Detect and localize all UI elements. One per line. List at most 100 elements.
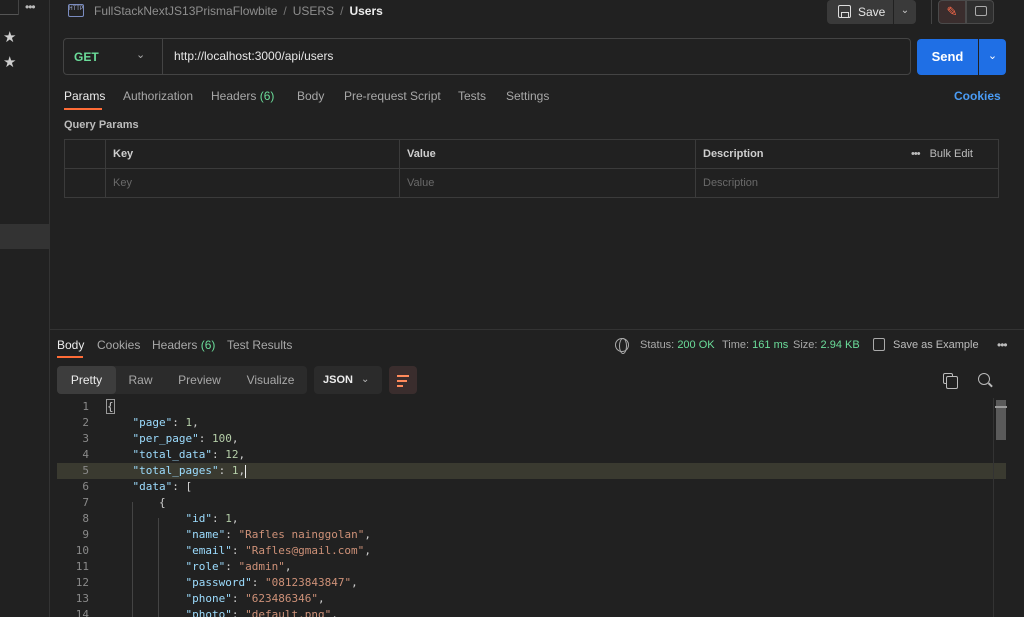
chevron-down-icon: ⌄	[361, 374, 370, 385]
code-token: "role"	[185, 560, 226, 573]
response-size[interactable]: Size: 2.94 KB	[793, 339, 860, 351]
code-token: "password"	[185, 576, 252, 589]
code-line[interactable]: 14 "photo": "default.png",	[57, 607, 1006, 617]
key-input[interactable]: Key	[105, 169, 399, 198]
code-token: :	[172, 416, 186, 429]
tab-params[interactable]: Params	[64, 89, 105, 103]
star-icon[interactable]: ★	[3, 53, 16, 71]
code-token: ,	[231, 512, 239, 525]
response-time[interactable]: Time: 161 ms	[722, 339, 788, 351]
url-input[interactable]: http://localhost:3000/api/users	[174, 49, 333, 63]
code-token: ,	[192, 416, 199, 429]
code-line[interactable]: 8 "id": 1,	[57, 511, 1006, 527]
editor-scrollbar[interactable]	[993, 398, 1007, 617]
code-token: "default.png"	[245, 608, 332, 617]
code-text: "data": [	[106, 479, 193, 495]
save-as-example-button[interactable]: Save as Example	[893, 339, 979, 351]
send-button[interactable]: Send	[917, 39, 978, 75]
code-line[interactable]: 10 "email": "Rafles@gmail.com",	[57, 543, 1006, 559]
code-line[interactable]: 13 "phone": "623486346",	[57, 591, 1006, 607]
tab-prerequest-script[interactable]: Pre-request Script	[344, 89, 441, 103]
scrollbar-marker	[995, 406, 1007, 408]
active-response-tab-indicator	[57, 356, 83, 358]
query-params-title: Query Params	[64, 119, 139, 131]
value-input[interactable]: Value	[399, 169, 695, 198]
checkbox-column-header	[65, 140, 105, 169]
table-row: Key Value Description	[65, 169, 998, 198]
code-line[interactable]: 5 "total_pages": 1,	[57, 463, 1006, 479]
code-token: :	[251, 576, 265, 589]
code-text: "total_pages": 1,	[106, 463, 247, 479]
status[interactable]: Status: 200 OK	[640, 339, 715, 351]
code-token: "admin"	[238, 560, 285, 573]
tab-authorization[interactable]: Authorization	[123, 89, 193, 103]
status-value: 200 OK	[677, 339, 715, 351]
save-button-label: Save	[858, 5, 886, 19]
cookies-link[interactable]: Cookies	[954, 89, 1001, 103]
pretty-button[interactable]: Pretty	[57, 366, 116, 394]
bulk-edit-button[interactable]: ••• Bulk Edit	[911, 148, 973, 160]
code-line[interactable]: 11 "role": "admin",	[57, 559, 1006, 575]
code-line[interactable]: 1{	[57, 399, 1006, 415]
more-horizontal-icon[interactable]: •••	[25, 0, 36, 14]
visualize-button[interactable]: Visualize	[234, 366, 307, 394]
tab-response-headers[interactable]: Headers (6)	[152, 338, 215, 352]
code-text: "page": 1,	[106, 415, 199, 431]
code-line[interactable]: 12 "password": "08123843847",	[57, 575, 1006, 591]
edit-button[interactable]: ✎	[938, 0, 966, 24]
code-line[interactable]: 3 "per_page": 100,	[57, 431, 1006, 447]
line-number: 8	[82, 512, 89, 525]
method-select[interactable]: GET	[74, 50, 99, 64]
chevron-down-icon[interactable]: ⌄	[136, 48, 145, 61]
breadcrumb-folder[interactable]: USERS	[293, 4, 334, 18]
tab-tests[interactable]: Tests	[458, 89, 486, 103]
tab-headers[interactable]: Headers (6)	[211, 89, 274, 103]
column-header-key: Key	[105, 140, 399, 169]
search-icon[interactable]	[978, 373, 990, 385]
comment-icon	[975, 6, 987, 16]
preview-button[interactable]: Preview	[165, 366, 234, 394]
sidebar-selected-item[interactable]	[0, 224, 50, 249]
tab-response-body[interactable]: Body	[57, 338, 84, 352]
pane-divider[interactable]	[50, 329, 1024, 330]
globe-icon[interactable]	[615, 338, 629, 354]
star-icon[interactable]: ★	[3, 28, 16, 46]
request-header: HTTP FullStackNextJS13PrismaFlowbite / USE…	[50, 0, 1024, 24]
code-line[interactable]: 4 "total_data": 12,	[57, 447, 1006, 463]
response-body-editor[interactable]: 1{2 "page": 1, 3 "per_page": 100, 4 "total…	[57, 398, 1006, 617]
comments-button[interactable]	[966, 0, 994, 24]
tab-body[interactable]: Body	[297, 89, 324, 103]
code-token: 100	[211, 432, 232, 445]
line-number: 9	[82, 528, 89, 541]
save-icon	[838, 5, 851, 18]
code-line[interactable]: 2 "page": 1,	[57, 415, 1006, 431]
more-horizontal-icon[interactable]: •••	[997, 338, 1008, 352]
tab-test-results[interactable]: Test Results	[227, 338, 292, 352]
save-options-button[interactable]: ⌄	[894, 0, 916, 24]
description-input[interactable]: Description	[695, 169, 998, 198]
tab-settings[interactable]: Settings	[506, 89, 549, 103]
code-token: ,	[331, 608, 338, 617]
code-token: :	[225, 560, 239, 573]
code-text: {	[106, 495, 166, 511]
copy-icon[interactable]	[943, 373, 958, 389]
code-token: :	[225, 528, 239, 541]
breadcrumb-collection[interactable]: FullStackNextJS13PrismaFlowbite	[94, 4, 277, 18]
request-name[interactable]: Users	[349, 4, 382, 18]
code-line[interactable]: 6 "data": [	[57, 479, 1006, 495]
breadcrumb-separator: /	[340, 4, 344, 18]
column-header-value: Value	[399, 140, 695, 169]
code-token: "Rafles@gmail.com"	[245, 544, 365, 557]
format-select[interactable]: JSON ⌄	[314, 366, 382, 394]
tab-response-cookies[interactable]: Cookies	[97, 338, 140, 352]
save-button[interactable]: Save	[827, 0, 893, 24]
wrap-lines-button[interactable]	[389, 366, 417, 394]
more-horizontal-icon[interactable]: •••	[911, 148, 921, 160]
send-options-button[interactable]: ⌄	[979, 39, 1006, 75]
code-line[interactable]: 9 "name": "Rafles nainggolan",	[57, 527, 1006, 543]
code-token: :	[231, 592, 246, 605]
query-params-table: Key Value Description ••• Bulk Edit Key V…	[64, 139, 999, 198]
line-number: 4	[82, 448, 89, 461]
raw-button[interactable]: Raw	[116, 366, 165, 394]
code-line[interactable]: 7 {	[57, 495, 1006, 511]
